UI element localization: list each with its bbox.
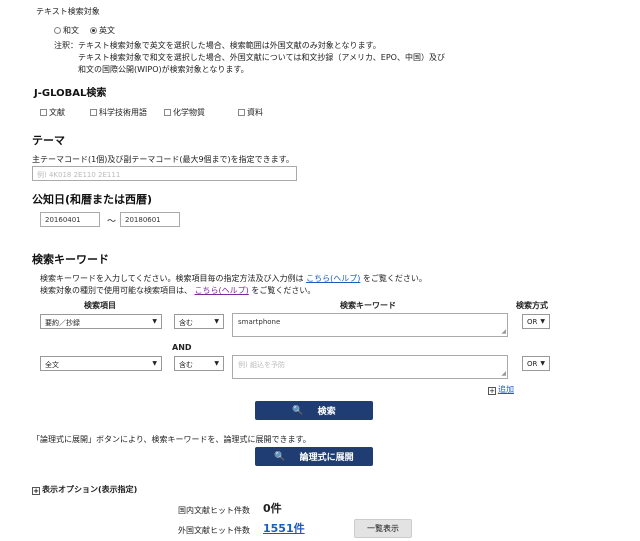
add-row-button[interactable]: + 追加 [488,384,514,395]
jglobal-checkbox-literature[interactable]: 文献 [40,107,65,118]
search-item-value: 要約／抄録 [45,319,80,327]
plus-icon: + [32,487,40,495]
condition-select[interactable]: 含む ▼ [174,314,224,329]
col-header-method: 検索方式 [516,301,548,310]
jglobal-checkbox-chemical[interactable]: 化学物質 [164,107,205,118]
chevron-down-icon: ▼ [540,360,545,367]
text-target-note-3: 和文の国際公開(WIPO)が検索対象となります。 [78,65,249,74]
method-value: OR [527,318,538,326]
radio-english-label: 英文 [99,26,115,35]
theme-description: 主テーマコード(1個)及び副テーマコード(最大9個まで)を指定できます。 [32,155,294,164]
domestic-hits-value: 0件 [263,502,282,515]
radio-japanese[interactable]: 和文 [54,25,79,36]
theme-code-input[interactable]: 例) 4K018 2E110 2E111 [32,166,297,181]
jglobal-title: J-GLOBAL検索 [34,88,107,99]
checkbox-icon[interactable] [164,109,171,116]
condition-value: 含む [179,361,193,369]
radio-icon[interactable] [54,27,61,34]
search-item-value: 全文 [45,361,59,369]
text-target-note-2: テキスト検索対象で和文を選択した場合、外国文献については和文抄録（アメリカ、EP… [78,53,445,62]
keyword-instructions-text: 検索キーワードを入力してください。検索項目毎の指定方法及び入力例は [40,274,304,283]
help-link[interactable]: こちら(ヘルプ) [195,286,249,295]
display-options-label: 表示オプション(表示指定) [42,485,138,494]
text-target-note-1: 注釈：テキスト検索対象で英文を選択した場合、検索範囲は外国文献のみ対象となります… [54,41,381,50]
keyword-instructions-text: 検索対象の種別で使用可能な検索項目は、 [40,286,192,295]
help-link[interactable]: こちら(ヘルプ) [306,274,360,283]
checkbox-icon[interactable] [238,109,245,116]
pubdate-title: 公知日(和暦または西暦) [32,193,153,206]
condition-select[interactable]: 含む ▼ [174,356,224,371]
keyword-title: 検索キーワード [32,253,109,266]
radio-english[interactable]: 英文 [90,25,115,36]
radio-selected-icon[interactable] [90,27,97,34]
chevron-down-icon: ▼ [152,360,157,367]
keyword-textarea[interactable]: smartphone ◢ [232,313,508,337]
keyword-instructions-text: をご覧ください。 [251,286,316,295]
method-select[interactable]: OR ▼ [522,356,550,371]
keyword-instructions-text: をご覧ください。 [362,274,427,283]
jglobal-checkbox-materials[interactable]: 資料 [238,107,263,118]
search-icon: 🔍 [274,451,286,462]
domestic-hits-label: 国内文献ヒット件数 [178,506,250,515]
pubdate-separator: ～ [107,217,117,227]
chevron-down-icon: ▼ [152,318,157,325]
keyword-value: smartphone [238,318,281,326]
chevron-down-icon: ▼ [214,318,219,325]
search-item-select[interactable]: 要約／抄録 ▼ [40,314,162,329]
display-options-toggle[interactable]: + 表示オプション(表示指定) [32,484,137,495]
jglobal-checkbox-label: 文献 [49,108,65,117]
chevron-down-icon: ▼ [540,318,545,325]
jglobal-checkbox-terms[interactable]: 科学技術用語 [90,107,147,118]
expand-note: 「論理式に展開」ボタンにより、検索キーワードを、論理式に展開できます。 [32,435,311,444]
list-display-button[interactable]: 一覧表示 [354,519,412,538]
jglobal-checkbox-label: 科学技術用語 [99,108,147,117]
radio-japanese-label: 和文 [63,26,79,35]
and-label: AND [172,343,192,352]
text-target-label: テキスト検索対象 [36,7,100,16]
method-value: OR [527,360,538,368]
foreign-hits-link[interactable]: 1551件 [263,520,305,536]
resize-grip-icon[interactable]: ◢ [501,328,506,335]
col-header-item: 検索項目 [84,301,116,310]
search-button[interactable]: 🔍 検索 [255,401,373,420]
theme-title: テーマ [32,134,65,147]
add-row-label[interactable]: 追加 [498,385,514,394]
chevron-down-icon: ▼ [214,360,219,367]
keyword-instructions-1: 検索キーワードを入力してください。検索項目毎の指定方法及び入力例は こちら(ヘル… [40,273,427,284]
search-icon: 🔍 [292,405,304,416]
resize-grip-icon[interactable]: ◢ [501,370,506,377]
search-button-label: 検索 [317,407,336,417]
plus-icon: + [488,387,496,395]
foreign-hits-label: 外国文献ヒット件数 [178,526,250,535]
condition-value: 含む [179,319,193,327]
expand-logic-button[interactable]: 🔍 論理式に展開 [255,447,373,466]
expand-logic-label: 論理式に展開 [299,453,354,463]
keyword-instructions-2: 検索対象の種別で使用可能な検索項目は、 こちら(ヘルプ) をご覧ください。 [40,285,315,296]
search-item-select[interactable]: 全文 ▼ [40,356,162,371]
pubdate-to-input[interactable]: 20180601 [120,212,180,227]
checkbox-icon[interactable] [90,109,97,116]
pubdate-from-input[interactable]: 20160401 [40,212,100,227]
method-select[interactable]: OR ▼ [522,314,550,329]
col-header-keyword: 検索キーワード [340,301,396,310]
keyword-placeholder: 例) 組込を予防 [238,361,285,369]
jglobal-checkbox-label: 資料 [247,108,263,117]
jglobal-checkbox-label: 化学物質 [173,108,205,117]
checkbox-icon[interactable] [40,109,47,116]
keyword-textarea[interactable]: 例) 組込を予防 ◢ [232,355,508,379]
